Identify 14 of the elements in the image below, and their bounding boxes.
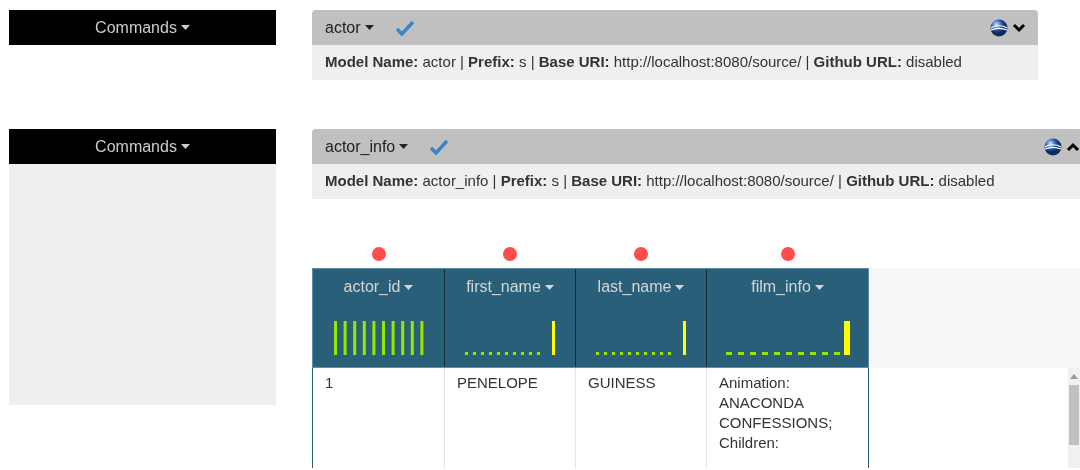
column-header[interactable]: film_info <box>751 275 824 299</box>
column-header[interactable]: first_name <box>466 275 554 299</box>
model-info-text: Model Name: actor_info | Prefix: s | Base URI: http://localhost:8080/source/ | Github URL: disabled <box>325 171 995 192</box>
commands-dropdown[interactable]: Commands <box>9 129 276 164</box>
table-cell-text: 1 <box>324 373 335 393</box>
column-header[interactable]: actor_id <box>343 275 414 299</box>
column-header[interactable]: last_name <box>597 275 685 299</box>
commands-dropdown[interactable]: Commands <box>9 10 276 45</box>
table-cell: Animation: ANACONDA CONFESSIONS; Children: <box>706 368 868 468</box>
table-cell: GUINESS <box>575 368 706 468</box>
model-info-text: Model Name: actor | Prefix: s | Base URI: http://localhost:8080/source/ | Github URL: disabled <box>325 52 962 73</box>
table-cell: PENELOPE <box>444 368 575 468</box>
model-dropdown[interactable]: actor_info <box>325 134 409 159</box>
model-dropdown[interactable]: actor <box>325 15 374 40</box>
